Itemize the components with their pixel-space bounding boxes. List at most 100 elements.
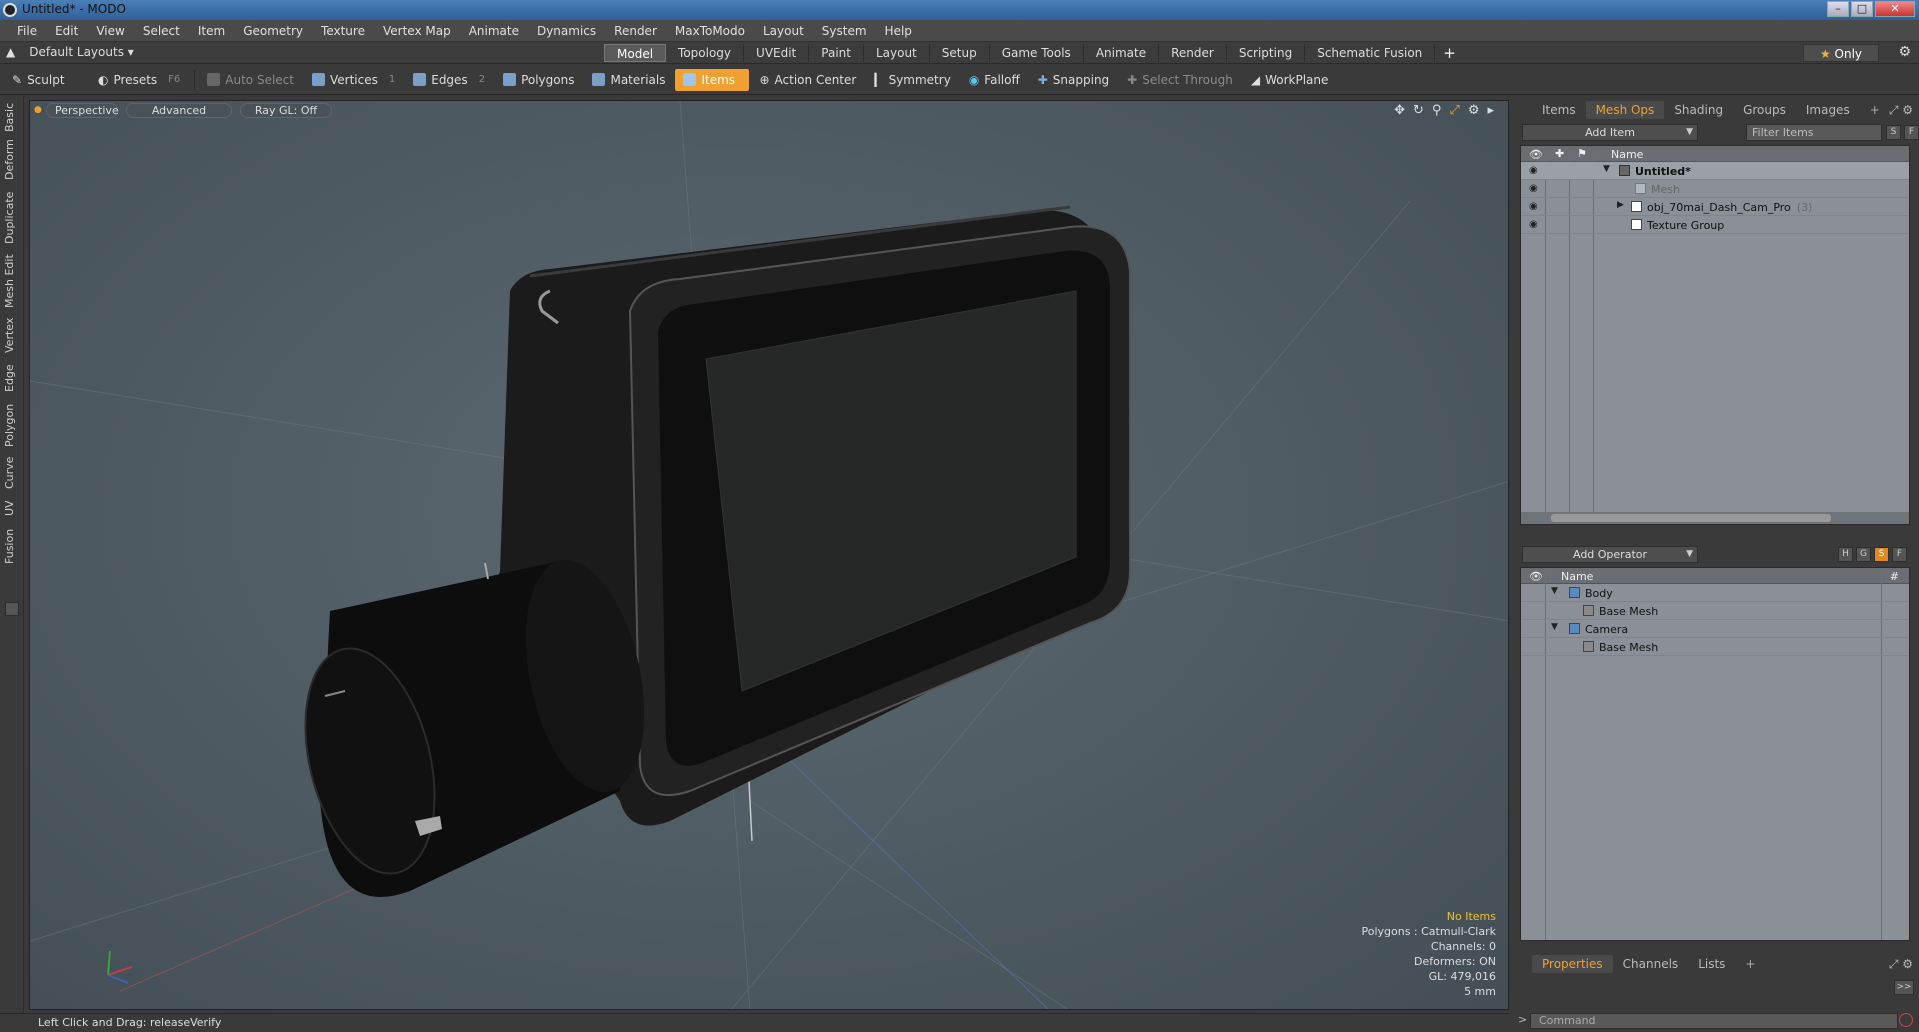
- tab-model[interactable]: Model: [604, 44, 667, 62]
- tab-game-tools[interactable]: Game Tools: [990, 44, 1084, 62]
- expand-caret-icon[interactable]: ▼: [1551, 622, 1558, 632]
- add-tab-icon[interactable]: +: [1435, 44, 1464, 62]
- item-row-dash-cam[interactable]: ◉ ▶ obj_70mai_Dash_Cam_Pro (3): [1521, 198, 1909, 216]
- panel-options-icon[interactable]: ⤢ ⚙: [1889, 957, 1913, 972]
- ops-h-button[interactable]: H: [1838, 547, 1853, 562]
- add-item-dropdown[interactable]: Add Item ▼: [1522, 124, 1698, 141]
- filter-items-input[interactable]: Filter Items: [1746, 124, 1882, 141]
- tab-items[interactable]: Items: [1532, 101, 1586, 119]
- item-row-untitled[interactable]: ◉ ▼ Untitled*: [1521, 162, 1909, 180]
- eye-icon[interactable]: ◉: [1529, 201, 1541, 212]
- rotate-view-icon[interactable]: ↻: [1413, 103, 1424, 118]
- filter-s-button[interactable]: S: [1886, 125, 1901, 140]
- expand-caret-icon[interactable]: ▶: [1617, 200, 1624, 210]
- action-center-button[interactable]: ⊕ Action Center: [751, 69, 864, 91]
- tab-render[interactable]: Render: [1159, 44, 1227, 62]
- vtab-fusion[interactable]: Fusion: [3, 526, 21, 566]
- symmetry-button[interactable]: ▎ Symmetry: [866, 69, 958, 91]
- vtab-deform[interactable]: Deform: [3, 139, 21, 180]
- eye-icon[interactable]: ◉: [1529, 165, 1541, 176]
- zoom-view-icon[interactable]: ⚲: [1432, 103, 1442, 118]
- viewport-menu-icon[interactable]: ●: [34, 105, 42, 115]
- tab-schematic-fusion[interactable]: Schematic Fusion: [1305, 44, 1436, 62]
- tab-scripting[interactable]: Scripting: [1227, 44, 1306, 62]
- snapping-button[interactable]: ✚ Snapping: [1030, 69, 1117, 91]
- menu-select[interactable]: Select: [134, 24, 189, 38]
- add-panel-tab-icon[interactable]: +: [1735, 955, 1765, 973]
- menu-system[interactable]: System: [813, 24, 876, 38]
- expand-caret-icon[interactable]: ▼: [1551, 586, 1558, 596]
- menu-layout[interactable]: Layout: [754, 24, 813, 38]
- panel-toggle[interactable]: [5, 602, 19, 616]
- tab-layout[interactable]: Layout: [864, 44, 930, 62]
- panel-options-icon[interactable]: ⤢ ⚙: [1889, 103, 1913, 118]
- expand-arrow-icon[interactable]: ▸: [1487, 103, 1494, 118]
- command-stop-icon[interactable]: [1899, 1013, 1913, 1027]
- close-button[interactable]: ✕: [1875, 1, 1915, 17]
- menu-dynamics[interactable]: Dynamics: [528, 24, 605, 38]
- presets-button[interactable]: ◐ Presets F6: [90, 69, 188, 91]
- vtab-basic[interactable]: Basic: [3, 102, 21, 132]
- eye-icon[interactable]: ◉: [1529, 219, 1541, 230]
- filter-f-button[interactable]: F: [1904, 125, 1919, 140]
- add-operator-dropdown[interactable]: Add Operator ▼: [1522, 546, 1698, 563]
- ops-s-button[interactable]: S: [1874, 547, 1889, 562]
- vertices-button[interactable]: Vertices 1: [304, 69, 403, 91]
- only-toggle[interactable]: ★ Only: [1803, 44, 1879, 62]
- collapse-icon[interactable]: ▲: [6, 45, 15, 59]
- ops-g-button[interactable]: G: [1856, 547, 1871, 562]
- gear-icon[interactable]: ⚙: [1898, 44, 1911, 60]
- raygl-button[interactable]: Ray GL: Off: [240, 103, 332, 118]
- items-button[interactable]: Items: [675, 68, 750, 91]
- horizontal-scrollbar[interactable]: [1521, 512, 1909, 524]
- menu-animate[interactable]: Animate: [460, 24, 528, 38]
- menu-view[interactable]: View: [87, 24, 133, 38]
- expand-properties-button[interactable]: >>: [1894, 980, 1914, 995]
- vtab-mesh-edit[interactable]: Mesh Edit: [3, 254, 21, 308]
- move-view-icon[interactable]: ✥: [1394, 103, 1405, 118]
- op-row-body[interactable]: ▼ Body: [1521, 584, 1909, 602]
- tab-animate[interactable]: Animate: [1084, 44, 1160, 62]
- auto-select-button[interactable]: Auto Select: [199, 69, 302, 91]
- op-row-base-mesh[interactable]: Base Mesh: [1521, 602, 1909, 620]
- item-row-mesh[interactable]: ◉ Mesh: [1521, 180, 1909, 198]
- menu-geometry[interactable]: Geometry: [234, 24, 312, 38]
- command-input[interactable]: Command: [1530, 1013, 1898, 1029]
- menu-help[interactable]: Help: [876, 24, 921, 38]
- vtab-uv[interactable]: UV: [3, 498, 21, 518]
- tab-shading[interactable]: Shading: [1664, 101, 1733, 119]
- maximize-button[interactable]: □: [1851, 1, 1873, 17]
- add-panel-tab-icon[interactable]: +: [1860, 101, 1890, 119]
- minimize-button[interactable]: –: [1827, 1, 1849, 17]
- edges-button[interactable]: Edges 2: [405, 69, 493, 91]
- item-row-texture-group[interactable]: ◉ Texture Group: [1521, 216, 1909, 234]
- vtab-edge[interactable]: Edge: [3, 362, 21, 394]
- sculpt-button[interactable]: ✎ Sculpt: [4, 69, 88, 91]
- shading-button[interactable]: Advanced: [126, 103, 232, 118]
- 3d-viewport[interactable]: ● Perspective Advanced Ray GL: Off ✥ ↻ ⚲…: [29, 100, 1509, 1010]
- op-row-base-mesh[interactable]: Base Mesh: [1521, 638, 1909, 656]
- select-through-button[interactable]: ✚ Select Through: [1119, 69, 1241, 91]
- menu-vertex-map[interactable]: Vertex Map: [374, 24, 460, 38]
- tab-uvedit[interactable]: UVEdit: [744, 44, 810, 62]
- menu-render[interactable]: Render: [605, 24, 666, 38]
- vtab-polygon[interactable]: Polygon: [3, 402, 21, 448]
- eye-icon[interactable]: ◉: [1529, 183, 1541, 194]
- vtab-vertex[interactable]: Vertex: [3, 316, 21, 354]
- vtab-curve[interactable]: Curve: [3, 456, 21, 490]
- tab-mesh-ops[interactable]: Mesh Ops: [1585, 101, 1665, 119]
- menu-edit[interactable]: Edit: [46, 24, 87, 38]
- layouts-dropdown[interactable]: Default Layouts ▾: [29, 45, 134, 59]
- workplane-button[interactable]: ◢ WorkPlane: [1243, 69, 1337, 91]
- op-row-camera[interactable]: ▼ Camera: [1521, 620, 1909, 638]
- materials-button[interactable]: Materials: [584, 69, 673, 91]
- tab-lists[interactable]: Lists: [1688, 955, 1735, 973]
- polygons-button[interactable]: Polygons: [495, 69, 582, 91]
- tab-paint[interactable]: Paint: [809, 44, 864, 62]
- tab-properties[interactable]: Properties: [1532, 955, 1613, 973]
- vtab-duplicate[interactable]: Duplicate: [3, 192, 21, 244]
- tab-setup[interactable]: Setup: [930, 44, 990, 62]
- expand-caret-icon[interactable]: ▼: [1603, 164, 1610, 174]
- tab-channels[interactable]: Channels: [1613, 955, 1689, 973]
- ops-f-button[interactable]: F: [1892, 547, 1907, 562]
